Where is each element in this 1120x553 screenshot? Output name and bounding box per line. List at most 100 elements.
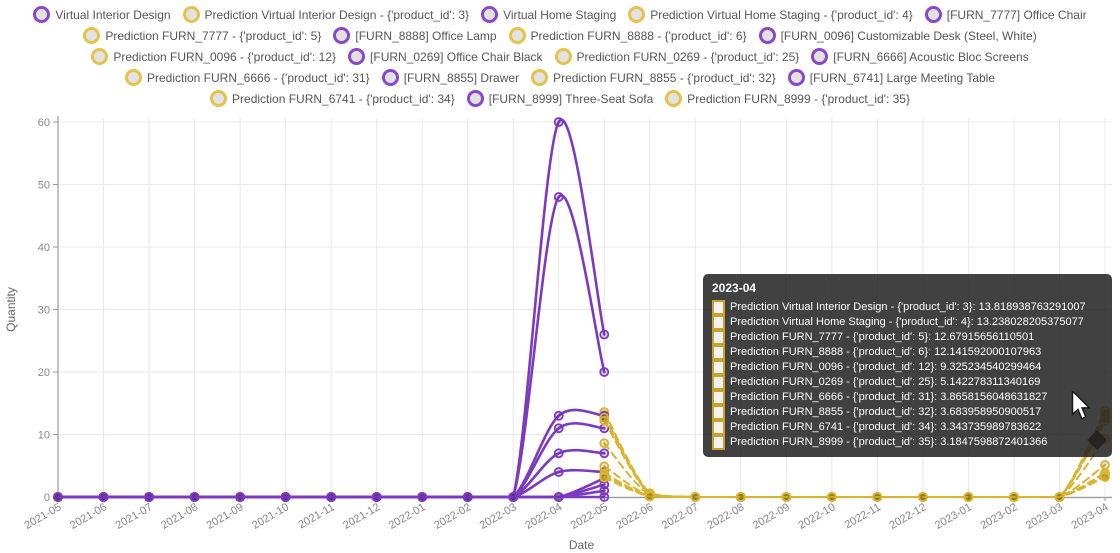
legend-circle-icon [333, 27, 350, 44]
svg-text:2022-03: 2022-03 [478, 501, 519, 532]
legend-item[interactable]: [FURN_0269] Office Chair Black [348, 48, 543, 65]
legend-item[interactable]: Prediction Virtual Home Staging - {'prod… [628, 6, 913, 23]
legend-item[interactable]: Prediction Virtual Interior Design - {'p… [183, 6, 470, 23]
svg-text:2022-06: 2022-06 [614, 501, 655, 532]
mouse-cursor [1071, 391, 1095, 421]
legend-item[interactable]: Virtual Home Staging [481, 6, 616, 23]
legend-item[interactable]: [FURN_8855] Drawer [382, 69, 519, 86]
svg-text:2022-07: 2022-07 [660, 501, 701, 532]
legend-circle-icon [348, 48, 365, 65]
tooltip-row: Prediction Virtual Home Staging - {'prod… [712, 315, 1103, 330]
legend-circle-icon [467, 90, 484, 107]
tooltip-row: Prediction FURN_6741 - {'product_id': 34… [712, 420, 1103, 435]
tooltip-swatch-icon [712, 390, 725, 405]
legend-circle-icon [210, 90, 227, 107]
svg-text:10: 10 [38, 430, 50, 442]
legend-item[interactable]: Virtual Interior Design [33, 6, 170, 23]
forecast-chart-page: 01020304050602021-052021-062021-072021-0… [0, 0, 1120, 553]
svg-text:20: 20 [38, 367, 50, 379]
svg-text:2023-04: 2023-04 [1070, 501, 1111, 532]
legend-item-label: Prediction FURN_8855 - {'product_id': 32… [553, 70, 776, 86]
legend-circle-icon [628, 6, 645, 23]
legend-item-label: [FURN_0269] Office Chair Black [370, 49, 543, 65]
legend-circle-icon [481, 6, 498, 23]
legend-circle-icon [531, 69, 548, 86]
legend-item[interactable]: Prediction FURN_0096 - {'product_id': 12… [91, 48, 336, 65]
legend-item-label: [FURN_8888] Office Lamp [355, 28, 496, 44]
legend-item-label: [FURN_8999] Three-Seat Sofa [489, 91, 654, 107]
legend-item[interactable]: Prediction FURN_8999 - {'product_id': 35… [665, 90, 910, 107]
tooltip-row-text: Prediction FURN_7777 - {'product_id': 5}… [730, 330, 1034, 344]
chart-tooltip: 2023-04 Prediction Virtual Interior Desi… [703, 274, 1112, 457]
svg-text:2022-01: 2022-01 [387, 501, 428, 532]
legend-circle-icon [509, 27, 526, 44]
legend-item-label: [FURN_0096] Customizable Desk (Steel, Wh… [781, 28, 1037, 44]
svg-text:2022-04: 2022-04 [523, 501, 564, 532]
legend-item[interactable]: [FURN_6741] Large Meeting Table [788, 69, 995, 86]
legend-item-label: Prediction FURN_0096 - {'product_id': 12… [113, 49, 336, 65]
legend-item[interactable]: Prediction FURN_8888 - {'product_id': 6} [509, 27, 747, 44]
svg-text:2021-12: 2021-12 [341, 501, 382, 532]
tooltip-row-text: Prediction FURN_8999 - {'product_id': 35… [730, 435, 1047, 449]
legend-item-label: Prediction FURN_7777 - {'product_id': 5} [105, 28, 321, 44]
tooltip-rows: Prediction Virtual Interior Design - {'p… [712, 300, 1103, 450]
tooltip-swatch-icon [712, 420, 725, 435]
legend-circle-icon [788, 69, 805, 86]
legend-item-label: [FURN_8855] Drawer [404, 70, 519, 86]
svg-text:2022-08: 2022-08 [705, 501, 746, 532]
svg-text:2023-01: 2023-01 [933, 501, 974, 532]
legend-item-label: Prediction FURN_0269 - {'product_id': 25… [577, 49, 800, 65]
legend-item-label: Prediction Virtual Home Staging - {'prod… [650, 7, 913, 23]
legend-circle-icon [125, 69, 142, 86]
tooltip-swatch-icon [712, 330, 725, 345]
legend-circle-icon [665, 90, 682, 107]
legend-item-label: [FURN_6741] Large Meeting Table [810, 70, 995, 86]
legend-item[interactable]: [FURN_0096] Customizable Desk (Steel, Wh… [759, 27, 1037, 44]
tooltip-swatch-icon [712, 345, 725, 360]
legend-item-label: [FURN_6666] Acoustic Bloc Screens [833, 49, 1028, 65]
tooltip-row-text: Prediction FURN_6666 - {'product_id': 31… [730, 390, 1047, 404]
legend-item[interactable]: Prediction FURN_7777 - {'product_id': 5} [83, 27, 321, 44]
svg-text:2021-10: 2021-10 [250, 501, 291, 532]
tooltip-row: Prediction FURN_6666 - {'product_id': 31… [712, 390, 1103, 405]
svg-text:50: 50 [38, 180, 50, 192]
svg-text:2022-02: 2022-02 [432, 501, 473, 532]
legend-circle-icon [759, 27, 776, 44]
legend-item[interactable]: [FURN_6666] Acoustic Bloc Screens [811, 48, 1028, 65]
tooltip-row-text: Prediction Virtual Interior Design - {'p… [730, 300, 1086, 314]
legend-item-label: Virtual Interior Design [55, 7, 170, 23]
svg-text:2022-09: 2022-09 [751, 501, 792, 532]
tooltip-row: Prediction FURN_8999 - {'product_id': 35… [712, 435, 1103, 450]
tooltip-row-text: Prediction FURN_0269 - {'product_id': 25… [730, 375, 1040, 389]
tooltip-row: Prediction FURN_0269 - {'product_id': 25… [712, 375, 1103, 390]
legend-item-label: Virtual Home Staging [503, 7, 616, 23]
legend-item[interactable]: [FURN_8888] Office Lamp [333, 27, 496, 44]
legend-circle-icon [91, 48, 108, 65]
svg-text:2023-02: 2023-02 [978, 501, 1019, 532]
legend-item[interactable]: [FURN_8999] Three-Seat Sofa [467, 90, 654, 107]
legend-item[interactable]: Prediction FURN_8855 - {'product_id': 32… [531, 69, 776, 86]
svg-text:2021-08: 2021-08 [159, 501, 200, 532]
legend-item[interactable]: Prediction FURN_6666 - {'product_id': 31… [125, 69, 370, 86]
legend-item[interactable]: [FURN_7777] Office Chair [925, 6, 1087, 23]
svg-text:Date: Date [569, 538, 595, 552]
svg-text:2022-10: 2022-10 [796, 501, 837, 532]
tooltip-swatch-icon [712, 405, 725, 420]
svg-text:2021-06: 2021-06 [68, 501, 109, 532]
legend-item[interactable]: Prediction FURN_0269 - {'product_id': 25… [555, 48, 800, 65]
legend-item[interactable]: Prediction FURN_6741 - {'product_id': 34… [210, 90, 455, 107]
tooltip-row: Prediction FURN_8855 - {'product_id': 32… [712, 405, 1103, 420]
svg-text:2022-12: 2022-12 [887, 501, 928, 532]
tooltip-row-text: Prediction FURN_0096 - {'product_id': 12… [730, 360, 1041, 374]
svg-text:2022-11: 2022-11 [843, 501, 883, 531]
legend-circle-icon [555, 48, 572, 65]
svg-text:2022-05: 2022-05 [569, 501, 610, 532]
tooltip-row: Prediction FURN_7777 - {'product_id': 5}… [712, 330, 1103, 345]
legend-circle-icon [811, 48, 828, 65]
tooltip-row-text: Prediction FURN_6741 - {'product_id': 34… [730, 420, 1041, 434]
tooltip-row: Prediction FURN_8888 - {'product_id': 6}… [712, 345, 1103, 360]
svg-text:40: 40 [38, 242, 50, 254]
tooltip-swatch-icon [712, 435, 725, 450]
tooltip-swatch-icon [712, 360, 725, 375]
svg-text:30: 30 [38, 305, 50, 317]
